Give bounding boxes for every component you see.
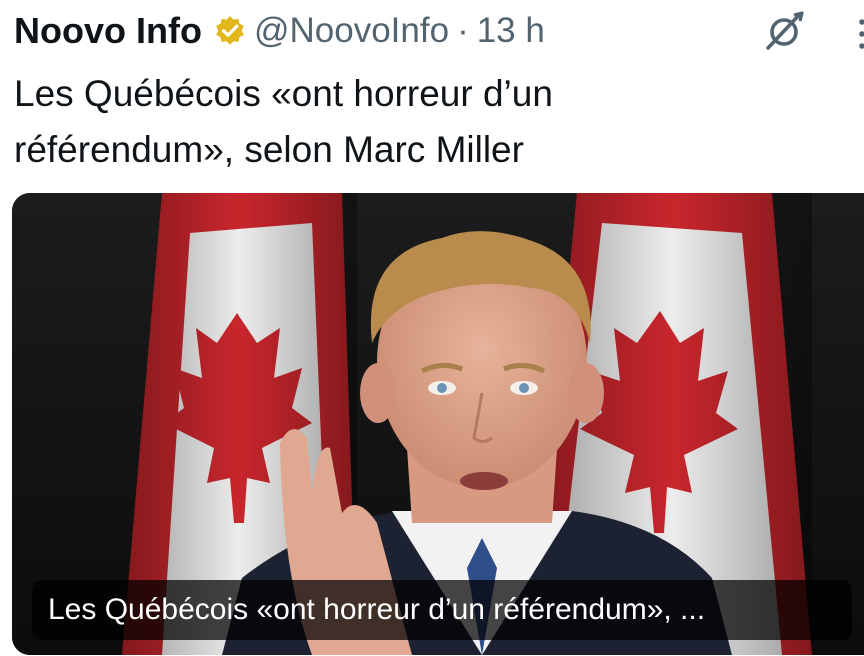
- verified-badge-icon: [214, 15, 246, 47]
- grok-icon[interactable]: [760, 8, 812, 54]
- timestamp[interactable]: 13 h: [477, 11, 545, 51]
- author-name[interactable]: Noovo Info: [14, 10, 202, 52]
- author-handle[interactable]: @NoovoInfo: [254, 11, 449, 51]
- separator: ·: [457, 11, 469, 50]
- link-card-caption[interactable]: Les Québécois «ont horreur d’un référend…: [32, 580, 852, 640]
- tweet-text-line: Les Québécois «ont horreur d’un: [14, 73, 553, 114]
- tweet-header: Noovo Info @NoovoInfo · 13 h: [14, 8, 864, 54]
- tweet-text: Les Québécois «ont horreur d’un référend…: [14, 66, 814, 178]
- caption-text: Les Québécois «ont horreur d’un référend…: [48, 593, 706, 626]
- tweet-text-line: référendum», selon Marc Miller: [14, 129, 524, 170]
- more-icon[interactable]: [854, 12, 864, 52]
